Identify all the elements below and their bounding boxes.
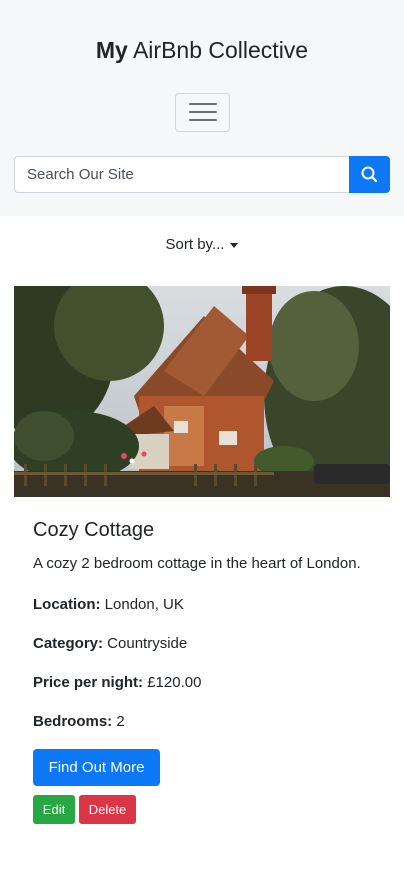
brand-rest: AirBnb Collective (127, 37, 309, 63)
location-label: Location: (33, 596, 101, 613)
edit-button[interactable]: Edit (33, 795, 75, 824)
price-value: £120.00 (143, 674, 202, 691)
search-form (14, 156, 390, 193)
find-out-more-button[interactable]: Find Out More (33, 749, 160, 786)
site-header: My AirBnb Collective (0, 0, 404, 216)
category-value: Countryside (103, 635, 188, 652)
listing-price: Price per night: £120.00 (33, 672, 201, 694)
bedrooms-label: Bedrooms: (33, 713, 113, 730)
bedrooms-value: 2 (112, 713, 125, 730)
nav-toggle-button[interactable] (175, 93, 230, 132)
listing-location: Location: London, UK (33, 594, 184, 616)
listing-description: A cozy 2 bedroom cottage in the heart of… (33, 555, 361, 572)
sort-dropdown[interactable]: Sort by... (0, 234, 404, 256)
brand-strong: My (95, 37, 128, 63)
price-label: Price per night: (33, 674, 144, 691)
caret-down-icon[interactable] (230, 242, 239, 248)
delete-button[interactable]: Delete (79, 795, 136, 824)
search-input[interactable] (14, 156, 350, 193)
site-brand[interactable]: My AirBnb Collective (0, 35, 404, 65)
listing-category: Category: Countryside (33, 633, 187, 655)
search-button[interactable] (349, 156, 390, 193)
category-label: Category: (33, 635, 104, 652)
search-icon (361, 166, 378, 183)
location-value: London, UK (100, 596, 184, 613)
sort-label[interactable]: Sort by... (166, 236, 225, 253)
listing-title: Cozy Cottage (33, 519, 155, 541)
listing-image (14, 286, 390, 497)
listing-bedrooms: Bedrooms: 2 (33, 711, 125, 733)
